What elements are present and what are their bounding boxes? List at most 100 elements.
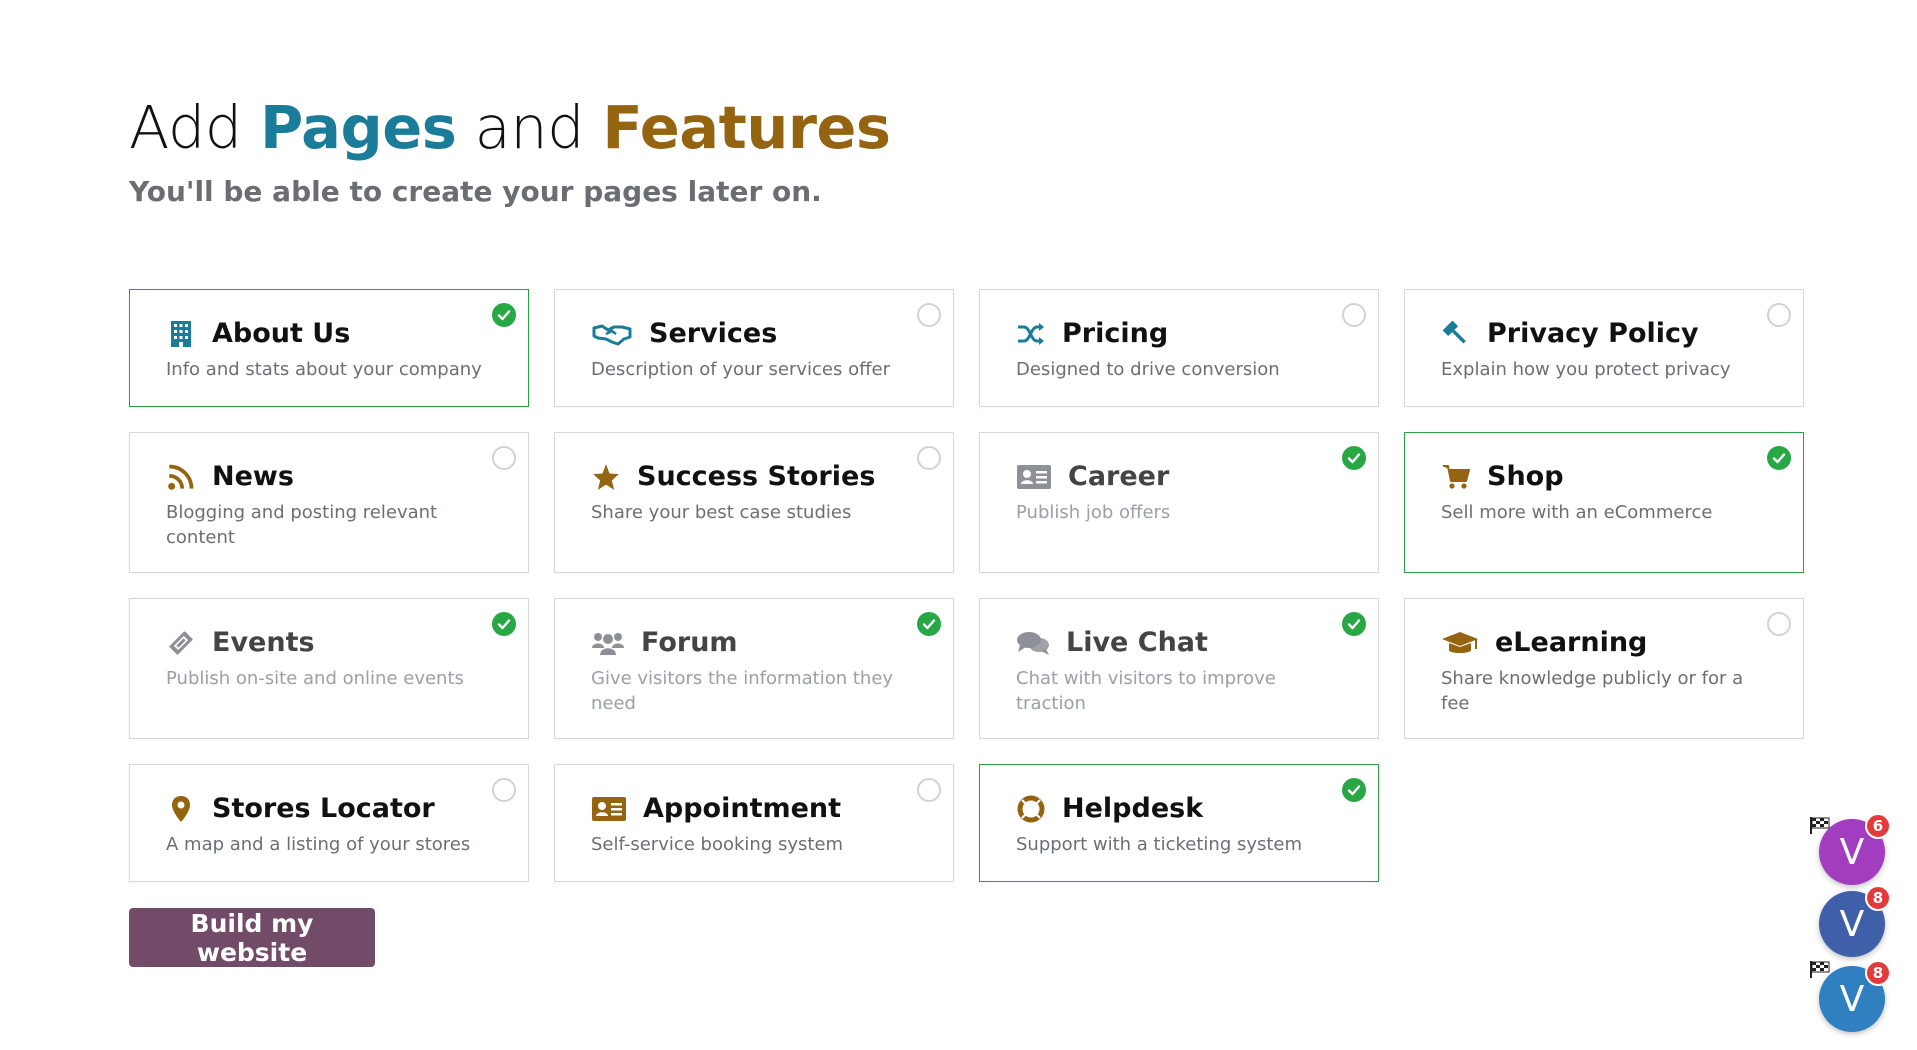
feature-card-pricing[interactable]: Pricing Designed to drive conversion [979, 289, 1379, 407]
card-description: A map and a listing of your stores [166, 834, 471, 856]
selected-check-icon[interactable] [1342, 778, 1366, 802]
card-title: Appointment [643, 793, 842, 824]
title-prefix: Add [129, 93, 242, 162]
card-head: Forum [591, 627, 917, 659]
card-head: Pricing [1016, 318, 1342, 350]
header: Add Pages and Features You'll be able to… [129, 93, 891, 208]
unselected-check-icon[interactable] [1342, 303, 1366, 327]
chat-bubble[interactable]: V 8 [1819, 885, 1891, 957]
card-description: Self-service booking system [591, 834, 844, 856]
card-description: Share your best case studies [591, 502, 852, 524]
unread-badge: 8 [1865, 960, 1891, 986]
card-description: Blogging and posting relevant content [166, 502, 438, 548]
card-title: About Us [212, 318, 351, 349]
unselected-check-icon[interactable] [917, 446, 941, 470]
card-head: Privacy Policy [1441, 318, 1767, 350]
card-title: News [212, 461, 294, 492]
address-card-icon [591, 794, 627, 824]
feature-card-appointment[interactable]: Appointment Self-service booking system [554, 764, 954, 882]
feature-card-about-us[interactable]: About Us Info and stats about your compa… [129, 289, 529, 407]
feature-card-helpdesk[interactable]: Helpdesk Support with a ticketing system [979, 764, 1379, 882]
build-website-button[interactable]: Build my website [129, 908, 375, 967]
card-title: Live Chat [1066, 627, 1208, 658]
chat-icon [1016, 628, 1050, 658]
unselected-check-icon[interactable] [917, 303, 941, 327]
card-description: Explain how you protect privacy [1441, 359, 1731, 381]
selected-check-icon[interactable] [1342, 612, 1366, 636]
card-title: Shop [1487, 461, 1564, 492]
feature-card-events[interactable]: Events Publish on-site and online events [129, 598, 529, 739]
card-head: About Us [166, 318, 492, 350]
map-marker-icon [166, 794, 196, 824]
title-and: and [474, 93, 585, 162]
page-subtitle: You'll be able to create your pages late… [129, 174, 822, 208]
card-description: Share knowledge publicly or for a fee [1441, 668, 1744, 714]
card-title: eLearning [1495, 627, 1648, 658]
selected-check-icon[interactable] [492, 612, 516, 636]
card-head: News [166, 461, 492, 493]
selected-check-icon[interactable] [917, 612, 941, 636]
feature-card-services[interactable]: Services Description of your services of… [554, 289, 954, 407]
star-icon [591, 462, 621, 492]
page: Add Pages and Features You'll be able to… [0, 0, 1917, 1050]
card-head: Shop [1441, 461, 1767, 493]
card-head: Success Stories [591, 461, 917, 493]
card-description: Designed to drive conversion [1016, 359, 1280, 381]
card-description: Give visitors the information they need [591, 668, 894, 714]
life-ring-icon [1016, 794, 1046, 824]
features-grid: About Us Info and stats about your compa… [129, 289, 1804, 882]
card-head: Career [1016, 461, 1342, 493]
card-title: Helpdesk [1062, 793, 1204, 824]
card-title: Career [1068, 461, 1170, 492]
card-head: Stores Locator [166, 793, 492, 825]
selected-check-icon[interactable] [1342, 446, 1366, 470]
card-description: Description of your services offer [591, 359, 890, 381]
feature-card-career[interactable]: Career Publish job offers [979, 432, 1379, 573]
card-title: Services [649, 318, 778, 349]
card-title: Forum [641, 627, 738, 658]
cart-icon [1441, 462, 1471, 492]
chat-bubble[interactable]: V 8 [1819, 960, 1891, 1032]
card-head: Live Chat [1016, 627, 1342, 659]
unselected-check-icon[interactable] [1767, 303, 1791, 327]
building-icon [166, 319, 196, 349]
card-title: Success Stories [637, 461, 876, 492]
feature-card-shop[interactable]: Shop Sell more with an eCommerce [1404, 432, 1804, 573]
ticket-icon [166, 628, 196, 658]
card-description: Sell more with an eCommerce [1441, 502, 1713, 524]
page-title: Add Pages and Features [129, 93, 891, 162]
card-head: Events [166, 627, 492, 659]
feature-card-live-chat[interactable]: Live Chat Chat with visitors to improve … [979, 598, 1379, 739]
graduation-cap-icon [1441, 628, 1479, 658]
card-head: Helpdesk [1016, 793, 1342, 825]
feature-card-success-stories[interactable]: Success Stories Share your best case stu… [554, 432, 954, 573]
selected-check-icon[interactable] [1767, 446, 1791, 470]
card-description: Info and stats about your company [166, 359, 482, 381]
chat-bubble[interactable]: V 6 [1819, 813, 1891, 885]
unread-badge: 8 [1865, 885, 1891, 911]
unselected-check-icon[interactable] [1767, 612, 1791, 636]
unread-badge: 6 [1865, 813, 1891, 839]
card-description: Publish on-site and online events [166, 668, 464, 690]
bubble-letter: V [1839, 978, 1865, 1020]
unselected-check-icon[interactable] [917, 778, 941, 802]
unselected-check-icon[interactable] [492, 778, 516, 802]
feature-card-elearning[interactable]: eLearning Share knowledge publicly or fo… [1404, 598, 1804, 739]
rss-icon [166, 462, 196, 492]
card-description: Publish job offers [1016, 502, 1171, 524]
unselected-check-icon[interactable] [492, 446, 516, 470]
feature-card-privacy-policy[interactable]: Privacy Policy Explain how you protect p… [1404, 289, 1804, 407]
selected-check-icon[interactable] [492, 303, 516, 327]
bubble-letter: V [1839, 903, 1865, 945]
feature-card-stores-locator[interactable]: Stores Locator A map and a listing of yo… [129, 764, 529, 882]
title-features: Features [602, 93, 891, 162]
id-card-icon [1016, 462, 1052, 492]
handshake-icon [591, 319, 633, 349]
card-head: Services [591, 318, 917, 350]
feature-card-news[interactable]: News Blogging and posting relevant conte… [129, 432, 529, 573]
users-icon [591, 628, 625, 658]
card-description: Support with a ticketing system [1016, 834, 1303, 856]
card-head: eLearning [1441, 627, 1767, 659]
shuffle-icon [1016, 319, 1046, 349]
feature-card-forum[interactable]: Forum Give visitors the information they… [554, 598, 954, 739]
